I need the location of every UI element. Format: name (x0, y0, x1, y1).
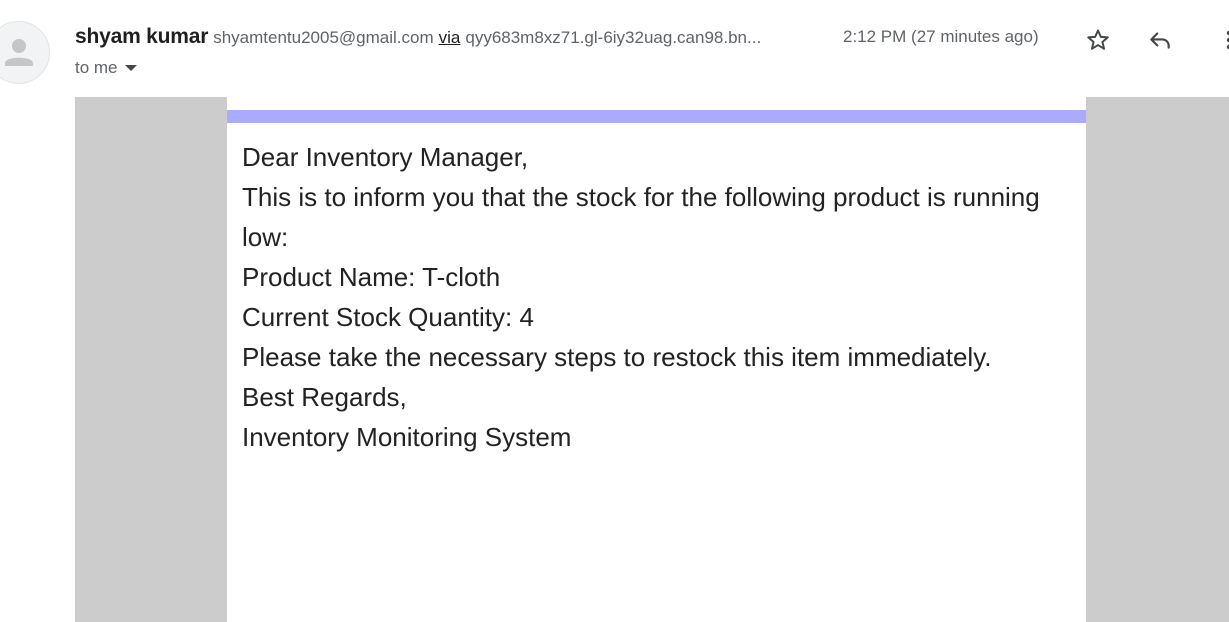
caret-down-icon[interactable] (124, 65, 137, 71)
via-domain: qyy683m8xz71.gl-6iy32uag.can98.bn... (465, 28, 762, 47)
sender-email: shyamtentu2005@gmail.com (213, 28, 434, 47)
email-body: Dear Inventory Manager, This is to infor… (75, 97, 1229, 622)
person-icon (5, 39, 33, 66)
stock-quantity-line: Current Stock Quantity: 4 (242, 302, 534, 332)
via-link[interactable]: via (439, 28, 461, 48)
message-text: Dear Inventory Manager, This is to infor… (242, 137, 1072, 457)
message-header: shyam kumar shyamtentu2005@gmail.com via… (0, 0, 1229, 97)
email-content-card: Dear Inventory Manager, This is to infor… (227, 97, 1086, 622)
intro-line: This is to inform you that the stock for… (242, 182, 1040, 252)
sender-name[interactable]: shyam kumar (75, 25, 208, 49)
action-line: Please take the necessary steps to resto… (242, 342, 992, 372)
more-options-button[interactable] (1205, 22, 1229, 58)
recipient-label: to me (75, 58, 118, 77)
product-name-line: Product Name: T-cloth (242, 262, 501, 292)
star-button[interactable] (1080, 22, 1116, 58)
reply-icon (1150, 32, 1170, 49)
signature-line: Inventory Monitoring System (242, 422, 572, 452)
sender-avatar[interactable] (0, 21, 50, 84)
sender-line: shyam kumar shyamtentu2005@gmail.com via… (75, 25, 761, 51)
accent-bar (227, 110, 1086, 123)
message-timestamp: 2:12 PM (27 minutes ago) (843, 27, 1039, 46)
recipient-details-toggle[interactable]: to me (75, 58, 137, 78)
more-vert-icon (1226, 30, 1229, 50)
star-icon (1087, 29, 1109, 50)
greeting-line: Dear Inventory Manager, (242, 142, 529, 172)
reply-button[interactable] (1142, 22, 1178, 58)
closing-line: Best Regards, (242, 382, 407, 412)
